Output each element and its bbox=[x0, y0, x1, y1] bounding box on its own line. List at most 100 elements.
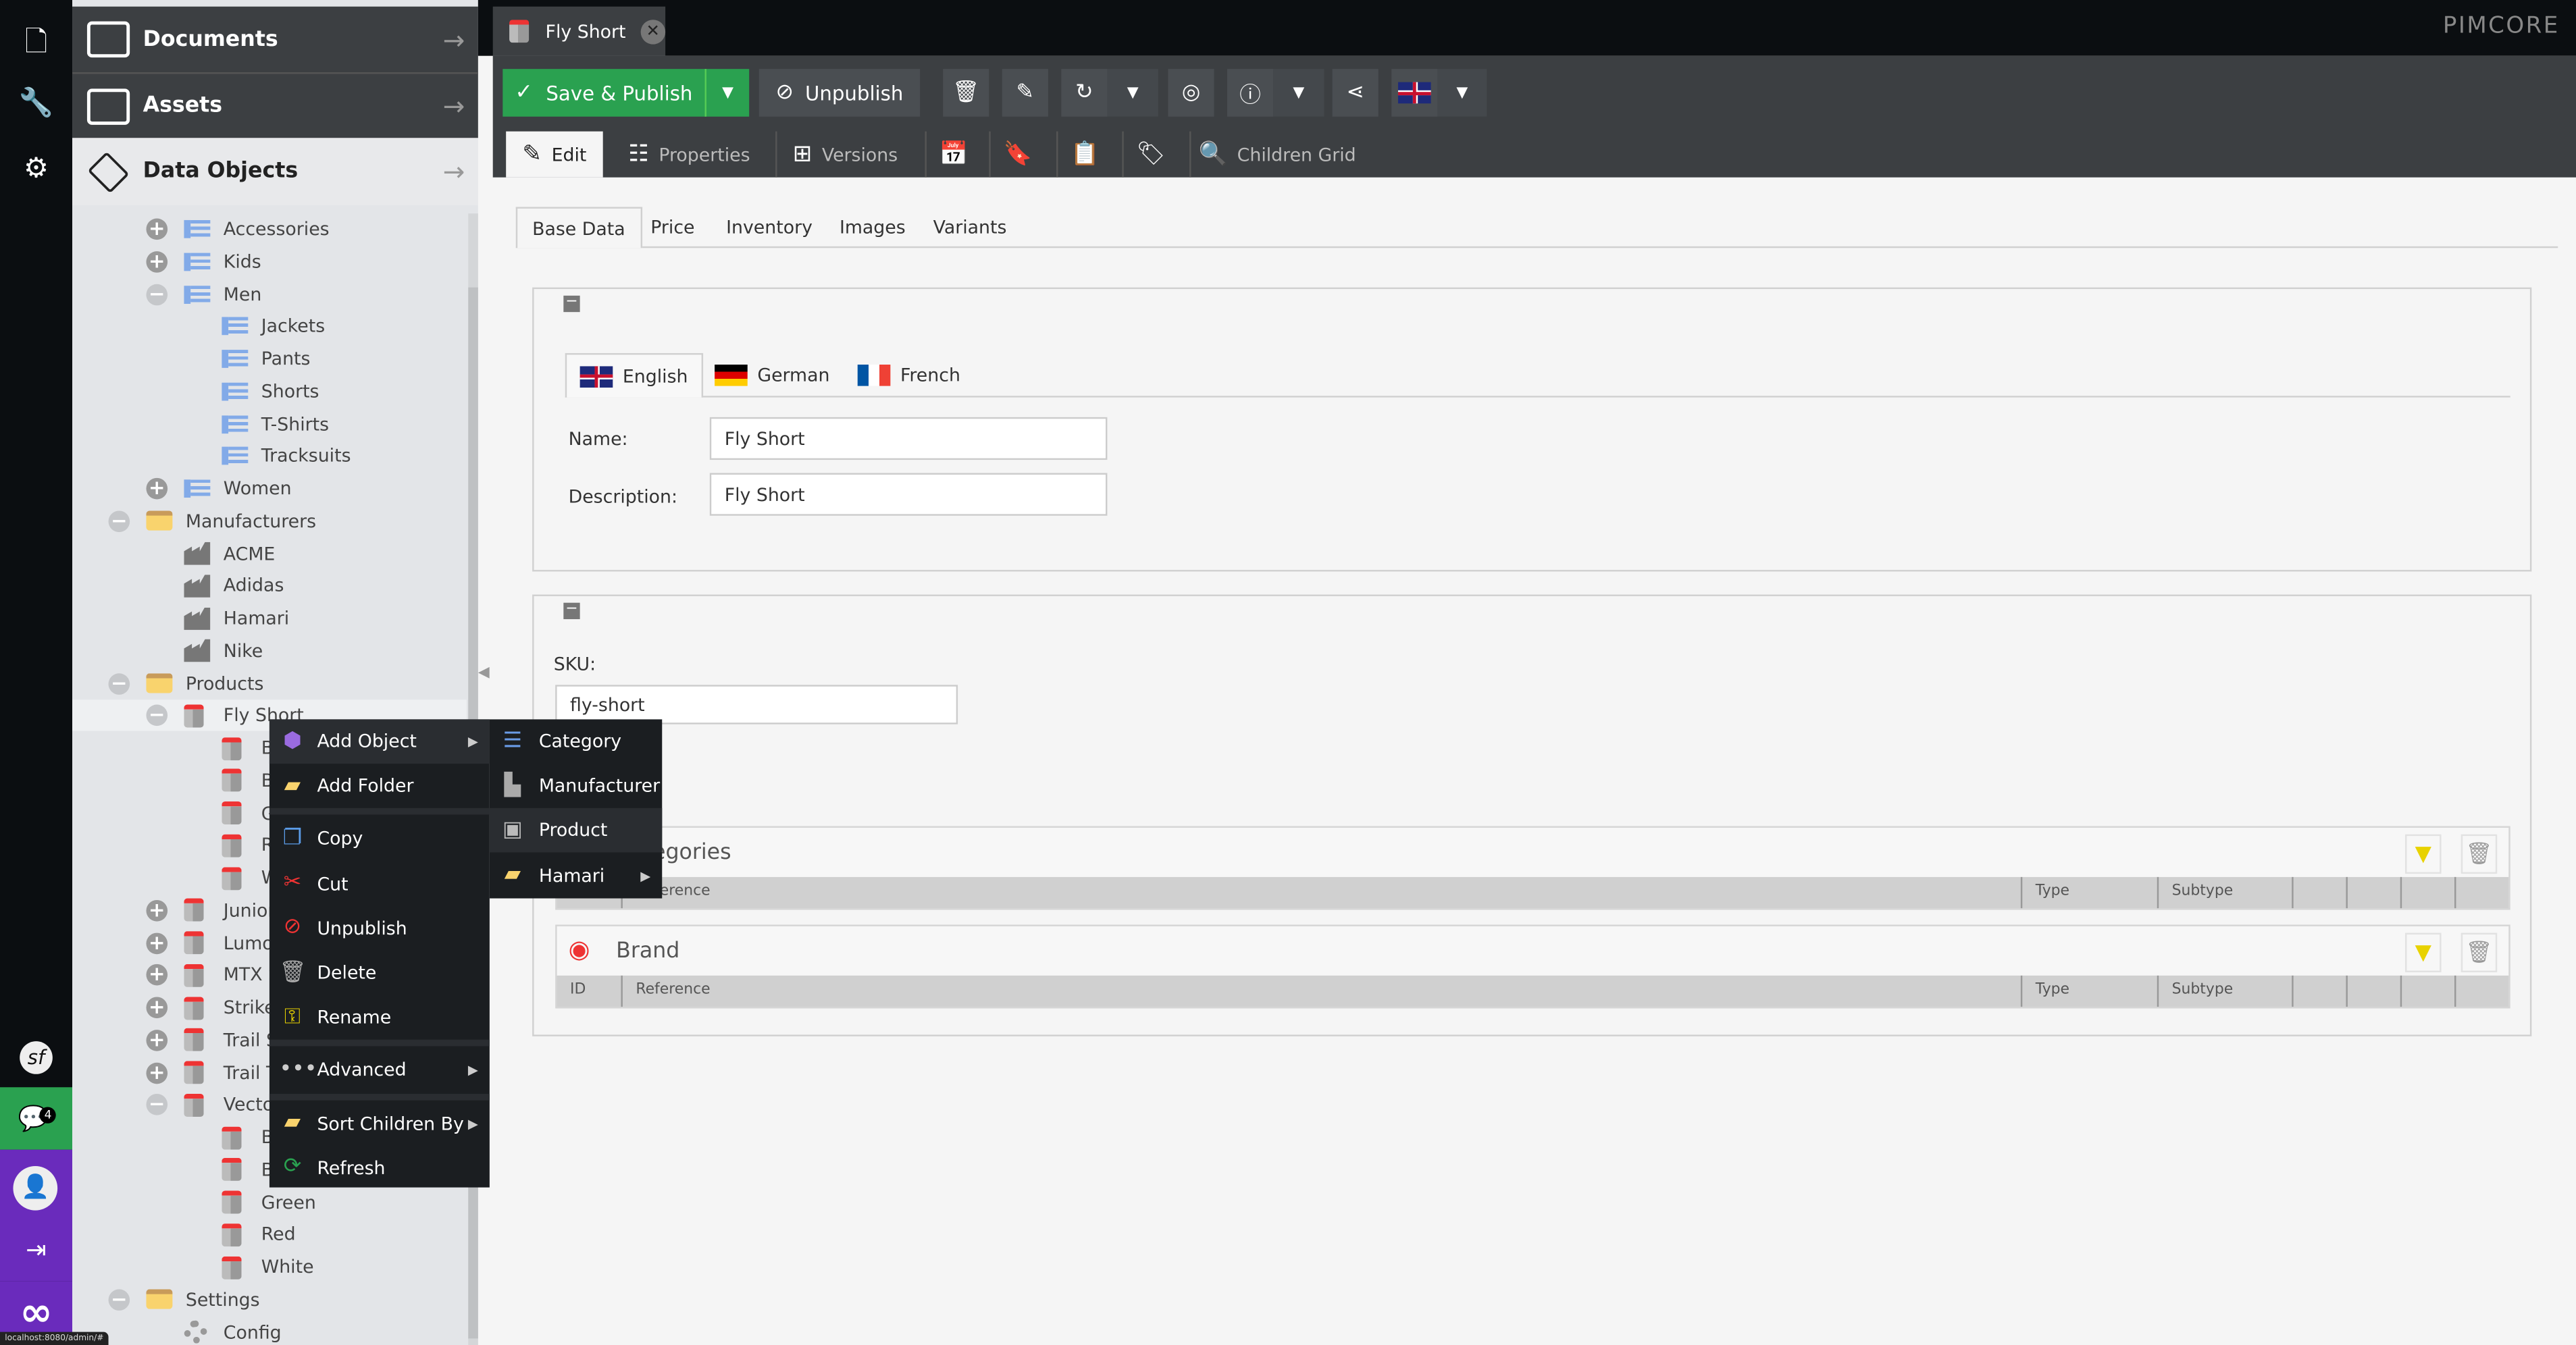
tab-english[interactable]: English bbox=[565, 352, 703, 398]
tree-item[interactable]: Red bbox=[72, 1219, 467, 1250]
tree-item[interactable]: Jackets bbox=[72, 311, 467, 342]
language-dropdown[interactable]: ▼ bbox=[1437, 69, 1487, 117]
tab-price[interactable]: Price bbox=[636, 207, 709, 248]
tree-item[interactable]: Green bbox=[72, 1186, 467, 1217]
tab-children-grid[interactable]: 🔍 Children Grid bbox=[1189, 131, 1364, 178]
wrench-icon[interactable]: 🔧 bbox=[0, 87, 72, 120]
collapse-icon[interactable]: − bbox=[146, 1095, 168, 1116]
sku-input[interactable] bbox=[555, 685, 958, 724]
collapse-icon[interactable]: − bbox=[108, 1289, 130, 1311]
menu-item-add-folder[interactable]: ▰ Add Folder bbox=[269, 764, 490, 809]
column-header[interactable] bbox=[2348, 876, 2402, 909]
clear-relations-button[interactable]: 🗑 bbox=[2461, 834, 2498, 874]
expand-icon[interactable]: + bbox=[146, 899, 168, 921]
tree-item[interactable]: − Settings bbox=[72, 1284, 467, 1315]
search-filter-button[interactable]: ▼ bbox=[2405, 834, 2442, 874]
menu-item-manufacturer[interactable]: ▙ Manufacturer bbox=[490, 764, 662, 809]
expand-icon[interactable]: + bbox=[146, 1029, 168, 1051]
tree-item[interactable]: + Kids bbox=[72, 246, 467, 277]
column-header[interactable]: Type bbox=[2022, 876, 2159, 909]
tab-edit[interactable]: ✎ Edit bbox=[506, 131, 603, 178]
language-button[interactable] bbox=[1391, 69, 1438, 117]
delete-button[interactable]: 🗑 bbox=[943, 69, 989, 117]
assets-panel-header[interactable]: Assets → bbox=[72, 72, 478, 138]
tab-dependencies[interactable]: 🔖 bbox=[989, 131, 1045, 178]
documents-panel-header[interactable]: Documents → bbox=[72, 6, 478, 73]
tree-item[interactable]: White bbox=[72, 1251, 467, 1282]
tab-schedule[interactable]: 📅 bbox=[925, 131, 981, 178]
tree-item[interactable]: − Manufacturers bbox=[72, 506, 467, 537]
menu-item-unpublish[interactable]: ⊘ Unpublish bbox=[269, 906, 490, 951]
tree-item[interactable]: − Products bbox=[72, 668, 467, 699]
tree-item[interactable]: Shorts bbox=[72, 375, 467, 406]
tab-versions[interactable]: ⊞ Versions bbox=[775, 131, 913, 178]
expand-icon[interactable]: + bbox=[146, 932, 168, 954]
menu-item-copy[interactable]: ❐ Copy bbox=[269, 817, 490, 862]
gear-icon[interactable]: ⚙ bbox=[0, 153, 72, 186]
column-header[interactable]: Reference bbox=[623, 975, 2023, 1007]
collapse-icon[interactable]: − bbox=[108, 510, 130, 532]
expand-icon[interactable]: + bbox=[146, 997, 168, 1019]
menu-item-product[interactable]: ▣ Product bbox=[489, 808, 663, 853]
info-dropdown[interactable]: ▼ bbox=[1273, 69, 1324, 117]
tree-item[interactable]: ACME bbox=[72, 538, 467, 569]
expand-icon[interactable]: + bbox=[146, 251, 168, 273]
notifications-button[interactable]: 💬 4 bbox=[0, 1087, 73, 1150]
tree-item[interactable]: Config bbox=[72, 1317, 467, 1345]
tab-images[interactable]: Images bbox=[825, 207, 921, 248]
column-header[interactable] bbox=[2294, 975, 2348, 1007]
collapse-icon[interactable]: − bbox=[563, 602, 580, 620]
expand-icon[interactable]: + bbox=[146, 218, 168, 240]
info-button[interactable]: ⓘ bbox=[1227, 69, 1274, 117]
reload-button[interactable]: ↻ bbox=[1061, 69, 1108, 117]
tree-item[interactable]: Pants bbox=[72, 343, 467, 374]
column-header[interactable] bbox=[2402, 975, 2456, 1007]
save-options-dropdown[interactable]: ▼ bbox=[704, 69, 750, 117]
expand-icon[interactable]: + bbox=[146, 477, 168, 500]
tab-french[interactable]: French bbox=[844, 353, 973, 398]
tree-item[interactable]: Hamari bbox=[72, 603, 467, 634]
tree-item[interactable]: Adidas bbox=[72, 571, 467, 602]
name-input[interactable] bbox=[709, 417, 1108, 460]
column-header[interactable] bbox=[2348, 975, 2402, 1007]
menu-item-category[interactable]: ☰ Category bbox=[490, 719, 662, 764]
column-header[interactable]: Subtype bbox=[2159, 876, 2294, 909]
tree-item[interactable]: + Women bbox=[72, 473, 467, 504]
description-input[interactable] bbox=[709, 473, 1108, 516]
tree-item[interactable]: − Men bbox=[72, 278, 467, 309]
share-button[interactable]: ⋖ bbox=[1332, 69, 1379, 117]
clear-relations-button[interactable]: 🗑 bbox=[2461, 932, 2498, 972]
save-publish-button[interactable]: ✓ Save & Publish bbox=[503, 69, 705, 117]
tree-item[interactable]: Tracksuits bbox=[72, 440, 467, 471]
column-header[interactable] bbox=[2402, 876, 2456, 909]
menu-item-add-object[interactable]: ⬢ Add Object ▶ bbox=[269, 719, 490, 764]
tab-tags[interactable]: 🏷 bbox=[1122, 131, 1178, 178]
menu-item-refresh[interactable]: ⟳ Refresh bbox=[269, 1146, 490, 1190]
column-header[interactable]: Reference bbox=[623, 876, 2023, 909]
collapse-icon[interactable]: − bbox=[108, 672, 130, 694]
tree-item[interactable]: Nike bbox=[72, 635, 467, 666]
column-header[interactable]: Type bbox=[2022, 975, 2159, 1007]
rename-button[interactable]: ✎ bbox=[1002, 69, 1048, 117]
symfony-icon[interactable]: sf bbox=[0, 1040, 72, 1074]
reload-dropdown[interactable]: ▼ bbox=[1107, 69, 1158, 117]
avatar[interactable]: 👤 bbox=[13, 1166, 58, 1211]
tab-notes[interactable]: 📋 bbox=[1056, 131, 1112, 178]
tree-item[interactable]: + Accessories bbox=[72, 213, 467, 244]
menu-item-sort-children-by[interactable]: ▰ Sort Children By ▶ bbox=[269, 1101, 490, 1146]
data-objects-panel-header[interactable]: Data Objects → bbox=[72, 138, 478, 206]
unpublish-button[interactable]: ⊘ Unpublish bbox=[758, 69, 921, 117]
column-header[interactable]: ID bbox=[557, 975, 623, 1007]
collapse-panel-handle[interactable]: ◀ bbox=[478, 657, 493, 690]
expand-icon[interactable]: + bbox=[146, 1062, 168, 1084]
tab-properties[interactable]: ☷ Properties bbox=[611, 132, 767, 178]
tab-variants[interactable]: Variants bbox=[919, 207, 1022, 248]
menu-item-delete[interactable]: 🗑 Delete bbox=[269, 951, 490, 995]
column-header[interactable]: Subtype bbox=[2159, 975, 2294, 1007]
file-icon[interactable]: 🗋 bbox=[0, 22, 72, 70]
tab-inventory[interactable]: Inventory bbox=[711, 207, 827, 248]
collapse-icon[interactable]: − bbox=[146, 705, 168, 727]
menu-item-rename[interactable]: ⚿ Rename bbox=[269, 995, 490, 1040]
column-header[interactable] bbox=[2294, 876, 2348, 909]
search-filter-button[interactable]: ▼ bbox=[2405, 932, 2442, 972]
